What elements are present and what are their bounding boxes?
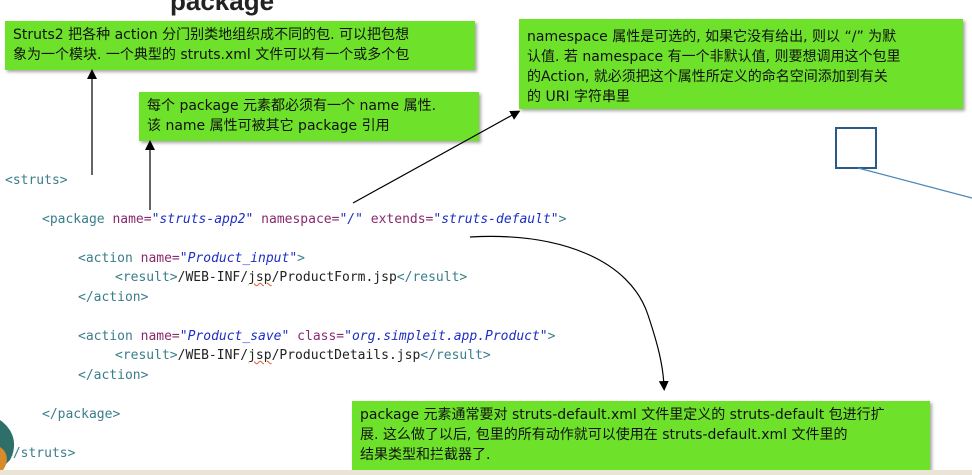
- code-package-open: <package name="struts-app2" namespace="/…: [42, 212, 566, 228]
- code-token: "Product_input": [179, 251, 298, 266]
- code-token: >: [558, 212, 567, 227]
- code-token: <package: [42, 212, 105, 227]
- code-token: jsp: [248, 348, 272, 363]
- code-action1-close: </action>: [78, 290, 148, 306]
- code-package-close: </package>: [42, 407, 120, 423]
- code-token: <result>: [115, 270, 178, 285]
- code-token: </package>: [42, 407, 121, 422]
- note-namespace: namespace 属性是可选的, 如果它没有给出, 则以 “/” 为默 认值.…: [519, 19, 963, 109]
- code-token: <action: [78, 329, 133, 344]
- slide-title-fragment: package: [170, 0, 275, 16]
- code-token: /ProductForm.jsp: [271, 270, 397, 285]
- note-line: 结果类型和拦截器了.: [360, 447, 491, 463]
- code-token: name=: [140, 329, 180, 344]
- code-token: namespace=: [261, 212, 340, 227]
- note-packages: Struts2 把各种 action 分门别类地组织成不同的包. 可以把包想 象…: [5, 21, 475, 70]
- code-token: /WEB-INF/: [177, 270, 249, 285]
- code-token: "struts-app2": [151, 212, 254, 227]
- code-token: </action>: [78, 290, 149, 305]
- note-line: 展. 这么做了以后, 包里的所有动作就可以使用在 struts-default.…: [360, 427, 848, 443]
- code-action2-close: </action>: [78, 368, 148, 384]
- code-token: "Product_save": [179, 329, 290, 344]
- code-token: /WEB-INF/: [177, 348, 249, 363]
- code-action2-open: <action name="Product_save" class="org.s…: [78, 329, 555, 345]
- code-token: <action: [78, 251, 133, 266]
- code-token: /ProductDetails.jsp: [271, 348, 421, 363]
- note-line: 的 URI 字符串里: [527, 89, 631, 105]
- note-line: 象为一个模块. 一个典型的 struts.xml 文件可以有一个或多个包: [13, 47, 410, 63]
- code-token: <struts>: [5, 173, 68, 188]
- note-line: 每个 package 元素都必须有一个 name 属性.: [147, 98, 437, 114]
- code-result2: <result>/WEB-INF/jsp/ProductDetails.jsp<…: [115, 348, 491, 364]
- arrow-to-note4: [469, 235, 669, 391]
- code-token: "org.simpleit.app.Product": [344, 329, 548, 344]
- code-token: </result>: [420, 348, 491, 363]
- code-token: "struts-default": [433, 212, 559, 227]
- note-extends: package 元素通常要对 struts-default.xml 文件里定义的…: [352, 401, 930, 470]
- code-token: "/": [339, 212, 363, 227]
- note-line: 认值. 若 namespace 有一个非默认值, 则要想调用这个包里: [527, 49, 901, 65]
- note-package-name: 每个 package 元素都必须有一个 name 属性. 该 name 属性可被…: [139, 92, 479, 141]
- blue-connector-line: [857, 167, 972, 199]
- code-struts-open: <struts>: [5, 173, 68, 189]
- code-result1: <result>/WEB-INF/jsp/ProductForm.jsp</re…: [115, 270, 467, 286]
- code-token: </action>: [78, 368, 149, 383]
- note-line: Struts2 把各种 action 分门别类地组织成不同的包. 可以把包想: [13, 27, 410, 43]
- code-token: class=: [297, 329, 345, 344]
- note-line: 该 name 属性可被其它 package 引用: [147, 118, 390, 134]
- corner-decoration: [0, 420, 15, 470]
- note-line: package 元素通常要对 struts-default.xml 文件里定义的…: [360, 407, 885, 423]
- code-token: name=: [140, 251, 180, 266]
- code-token: </result>: [396, 270, 468, 285]
- code-action1-open: <action name="Product_input">: [78, 251, 305, 267]
- code-token: <result>: [115, 348, 178, 363]
- code-token: >: [297, 251, 305, 266]
- note-line: namespace 属性是可选的, 如果它没有给出, 则以 “/” 为默: [527, 29, 897, 45]
- bottom-band: [0, 470, 972, 475]
- code-token: name=: [112, 212, 152, 227]
- code-token: jsp: [248, 270, 272, 285]
- blue-square-shape: [835, 127, 877, 169]
- code-struts-close: </struts>: [5, 446, 75, 462]
- code-token: extends=: [370, 212, 434, 227]
- code-token: </struts>: [5, 446, 76, 461]
- note-line: 的Action, 就必须把这个属性所定义的命名空间添加到有关: [527, 69, 888, 85]
- code-token: >: [547, 329, 556, 344]
